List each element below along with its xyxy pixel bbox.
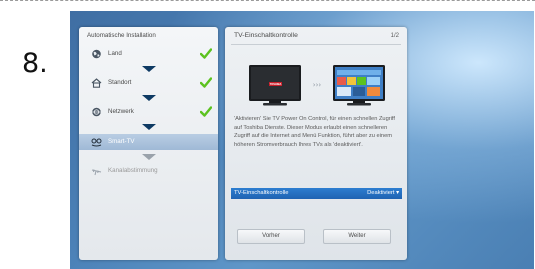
wizard-step-label: Standort [108, 79, 132, 86]
panel-title: TV-Einschaltkontrolle [234, 32, 298, 39]
top-dashed-rule [0, 0, 535, 1]
wizard-step-kanalabstimmung[interactable]: Kanalabstimmung [79, 163, 218, 179]
step-arrow-icon [142, 124, 156, 130]
wizard-step-standort[interactable]: Standort [79, 75, 218, 91]
wizard-title: Automatische Installation [87, 32, 156, 39]
step-arrow-icon [142, 154, 156, 160]
next-button[interactable]: Weiter [323, 229, 391, 244]
content-panel: TV-Einschaltkontrolle 1/2 TOSHIBA ››› 'A… [225, 27, 407, 260]
setting-label: TV-Einschaltkontrolle [234, 190, 289, 196]
check-icon [200, 77, 212, 88]
divider [231, 44, 401, 45]
wizard-step-label: Land [108, 50, 122, 57]
step-arrow-icon [142, 66, 156, 72]
network-icon [92, 107, 101, 117]
description-text: 'Aktivieren' Sie TV Power On Control, fü… [234, 116, 395, 148]
setting-value-dropdown[interactable]: Deaktiviert ▾ [367, 190, 399, 196]
page-indicator: 1/2 [390, 33, 399, 39]
wizard-step-land[interactable]: Land [79, 46, 218, 62]
antenna-icon [91, 169, 102, 176]
tv-screen: Automatische Installation Land Standort [70, 11, 534, 269]
wizard-step-label: Smart-TV [108, 138, 135, 145]
connected-tv-icon [91, 138, 102, 147]
check-icon [200, 106, 212, 117]
globe-icon [92, 49, 101, 59]
tv-brand-label: TOSHIBA [270, 82, 282, 86]
check-icon [200, 48, 212, 59]
step-arrow-icon [142, 95, 156, 101]
tv-power-on-illustration: TOSHIBA ››› [249, 65, 385, 106]
tv-power-on-control-setting[interactable]: TV-Einschaltkontrolle Deaktiviert ▾ [231, 188, 402, 199]
wizard-step-label: Netzwerk [108, 108, 134, 115]
wizard-steps-panel: Automatische Installation Land Standort [79, 27, 218, 260]
wizard-step-netzwerk[interactable]: Netzwerk [79, 104, 218, 120]
step-number: 8. [22, 48, 48, 79]
house-icon [91, 78, 102, 88]
back-button[interactable]: Vorher [237, 229, 305, 244]
svg-text:›››: ››› [313, 81, 322, 89]
wizard-step-smart-tv[interactable]: Smart-TV [79, 134, 218, 150]
wizard-step-label: Kanalabstimmung [108, 167, 158, 174]
